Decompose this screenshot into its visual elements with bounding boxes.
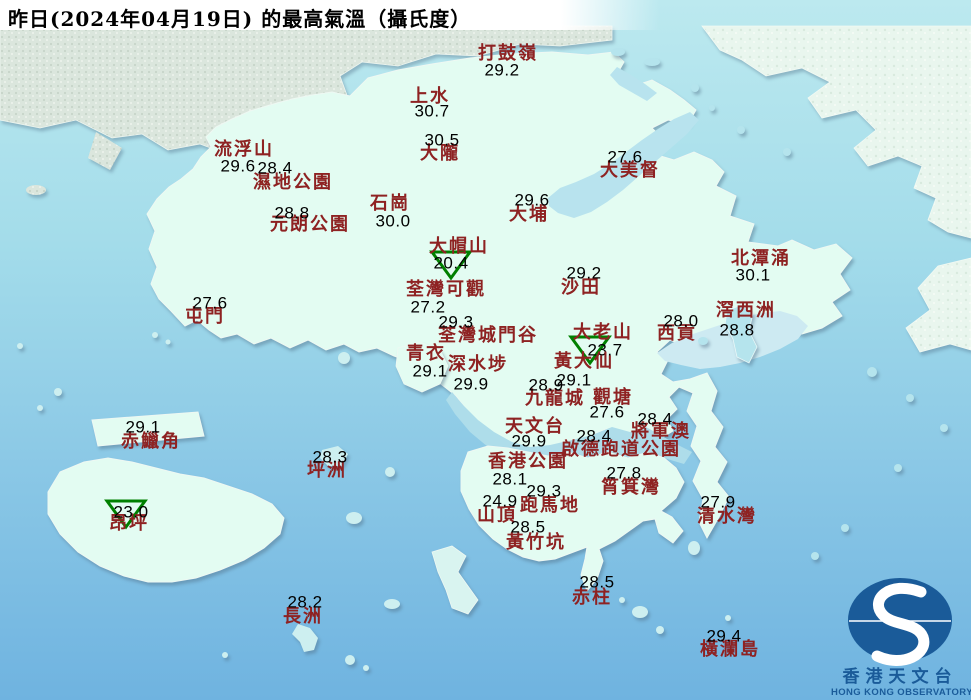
temperature-map: 打鼓嶺 29.2 上水 30.7 大隴 30.5 流浮山 29.6 濕地公園 28.4 元朗公園 28… (0, 0, 971, 700)
station-temperature-value: 30.5 (424, 130, 460, 150)
station-temperature-value: 28.9 (528, 375, 564, 395)
station-temperature-value: 28.8 (719, 320, 755, 340)
station-temperature-value: 30.1 (735, 265, 771, 285)
station-temperature-value: 20.4 (433, 253, 469, 273)
station-name-label: 赤柱 (572, 587, 612, 608)
station-temperature-value: 28.4 (257, 158, 293, 178)
station-temperature-value: 28.5 (510, 517, 546, 537)
hko-logo-english-name: HONG KONG OBSERVATORY (831, 687, 971, 698)
station-name-label: 香港公園 (488, 451, 568, 472)
hko-logo-emblem (848, 578, 952, 666)
station-temperature-value: 29.1 (412, 361, 448, 381)
station-temperature-value: 28.1 (492, 469, 528, 489)
station-name-label: 大老山 (573, 322, 633, 343)
station-temperature-value: 29.9 (511, 431, 547, 451)
map-title: 昨日(2024年04月19日) 的最高氣溫（攝氏度） (8, 7, 472, 31)
station-temperature-value: 27.9 (700, 492, 736, 512)
station-temperature-value: 29.2 (484, 60, 520, 80)
station-temperature-value: 27.6 (589, 402, 625, 422)
station-name-label: 青衣 (406, 343, 446, 364)
hko-logo-chinese-name: 香港天文台 (842, 667, 958, 687)
station-temperature-value: 29.1 (125, 417, 161, 437)
station-temperature-value: 29.6 (514, 190, 550, 210)
station-name-label: 石崗 (370, 193, 410, 214)
station-temperature-value: 28.5 (579, 572, 615, 592)
station-temperature-value: 29.3 (526, 481, 562, 501)
station-temperature-value: 28.2 (287, 592, 323, 612)
station-temperature-value: 30.0 (375, 211, 411, 231)
station-labels: 打鼓嶺 29.2 上水 30.7 大隴 30.5 流浮山 29.6 濕地公園 28.4 元朗公園 28… (0, 0, 971, 700)
station-temperature-value: 30.7 (414, 101, 450, 121)
station-temperature-value: 23.0 (113, 502, 149, 522)
station-temperature-value: 28.4 (637, 409, 673, 429)
station-temperature-value: 27.6 (192, 293, 228, 313)
station-name-label: 滘西洲 (716, 300, 776, 321)
station-temperature-value: 28.0 (663, 311, 699, 331)
station-temperature-value: 29.9 (453, 374, 489, 394)
station-temperature-value: 29.3 (438, 312, 474, 332)
station-temperature-value: 24.9 (482, 491, 518, 511)
station-temperature-value: 29.4 (706, 626, 742, 646)
station-name-label: 黃竹坑 (506, 532, 566, 553)
station-temperature-value: 29.6 (220, 156, 256, 176)
station-temperature-value: 27.8 (606, 463, 642, 483)
station-temperature-value: 27.6 (607, 147, 643, 167)
station-temperature-value: 28.3 (312, 447, 348, 467)
station-temperature-value: 28.8 (274, 203, 310, 223)
station-name-label: 黃大仙 (554, 351, 614, 372)
station-temperature-value: 29.2 (566, 263, 602, 283)
hko-logo: 香港天文台 HONG KONG OBSERVATORY (831, 570, 971, 700)
station-name-label: 深水埗 (448, 354, 508, 375)
station-temperature-value: 28.4 (576, 426, 612, 446)
station-name-label: 荃灣可觀 (406, 279, 486, 300)
